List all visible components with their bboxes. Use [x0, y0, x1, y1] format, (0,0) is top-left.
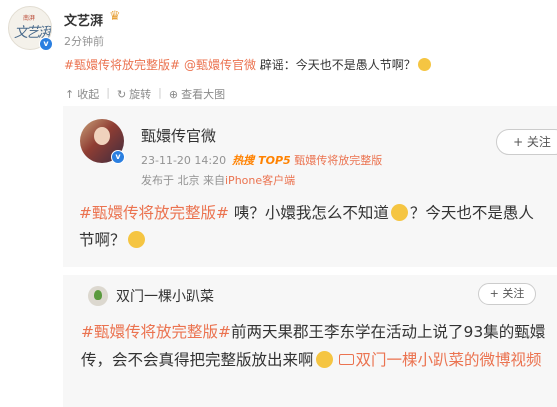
- blush-emoji-icon: [315, 351, 333, 368]
- hashtag-link[interactable]: #甄嬛传将放完整版#: [79, 204, 229, 222]
- avatar-seal: 南湃: [23, 15, 36, 22]
- verified-icon: v: [111, 150, 125, 164]
- repost-meta: 23-11-20 14:20 热搜 TOP5 甄嬛传将放完整版: [141, 152, 382, 168]
- comment-card[interactable]: 双门一棵小趴菜 + 关注 #甄嬛传将放完整版#前两天果郡王李东学在活动上说了93…: [63, 275, 557, 407]
- post-body: 辟谣：今天也不是愚人节啊？: [255, 58, 416, 72]
- view-large-label: 查看大图: [181, 88, 226, 101]
- toolbar-divider: |: [158, 86, 162, 99]
- glasses-emoji-icon: [127, 231, 145, 248]
- toolbar-divider: |: [106, 86, 110, 99]
- hot-topic-link[interactable]: 甄嬛传将放完整版: [294, 154, 382, 167]
- repost-datetime[interactable]: 23-11-20 14:20: [141, 154, 226, 167]
- verified-icon: v: [39, 37, 53, 51]
- repost-text: #甄嬛传将放完整版# 咦？小嬛我怎么不知道 ？今天也不是愚人节啊？: [79, 200, 549, 254]
- crown-icon: ♛: [109, 9, 121, 24]
- rotate-icon: ↻: [116, 87, 127, 101]
- comment-text: #甄嬛传将放完整版#前两天果郡王李东学在活动上说了93集的甄嬛传，会不会真得把完…: [81, 318, 551, 374]
- author-name[interactable]: 文艺湃: [64, 10, 103, 29]
- comment-avatar[interactable]: [88, 286, 108, 306]
- rotate-label: 旋转: [129, 88, 152, 101]
- image-toolbar: ↑ 收起 | ↻ 旋转 | ⊕ 查看大图: [62, 86, 228, 102]
- follow-button[interactable]: + 关注: [478, 283, 536, 305]
- repost-author-name[interactable]: 甄嬛传官微: [141, 125, 216, 146]
- comment-author-name[interactable]: 双门一棵小趴菜: [116, 286, 214, 306]
- post-time[interactable]: 2分钟前: [64, 33, 104, 49]
- rotate-button[interactable]: ↻ 旋转: [114, 86, 154, 102]
- repost-body: 咦？小嬛我怎么不知道: [228, 204, 389, 222]
- video-link[interactable]: 双门一棵小趴菜的微博视频: [356, 351, 542, 369]
- top-rank-badge: TOP5: [258, 154, 291, 167]
- thinking-emoji-icon: [390, 204, 408, 221]
- repost-source: 发布于 北京 来自iPhone客户端: [141, 172, 295, 188]
- video-icon: [338, 354, 354, 365]
- mention-link[interactable]: @甄嬛传官微: [184, 58, 256, 72]
- post-text: #甄嬛传将放完整版# @甄嬛传官微 辟谣：今天也不是愚人节啊？: [64, 56, 431, 73]
- cat-emoji-icon: [417, 58, 431, 71]
- collapse-button[interactable]: ↑ 收起: [62, 86, 102, 102]
- zoom-icon: ⊕: [168, 87, 179, 101]
- collapse-icon: ↑: [65, 87, 75, 101]
- collapse-label: 收起: [77, 88, 100, 101]
- hashtag-link[interactable]: #甄嬛传将放完整版#: [64, 58, 180, 72]
- source-prefix: 发布于 北京 来自: [141, 174, 225, 187]
- hot-search-badge: 热搜: [232, 154, 255, 167]
- hashtag-link[interactable]: #甄嬛传将放完整版#: [81, 323, 231, 341]
- source-client-link[interactable]: iPhone客户端: [225, 174, 295, 187]
- view-large-button[interactable]: ⊕ 查看大图: [166, 86, 228, 102]
- card-divider: [63, 267, 557, 275]
- follow-button[interactable]: + 关注: [496, 129, 557, 155]
- repost-card[interactable]: v 甄嬛传官微 + 关注 23-11-20 14:20 热搜 TOP5 甄嬛传将放完…: [63, 106, 557, 267]
